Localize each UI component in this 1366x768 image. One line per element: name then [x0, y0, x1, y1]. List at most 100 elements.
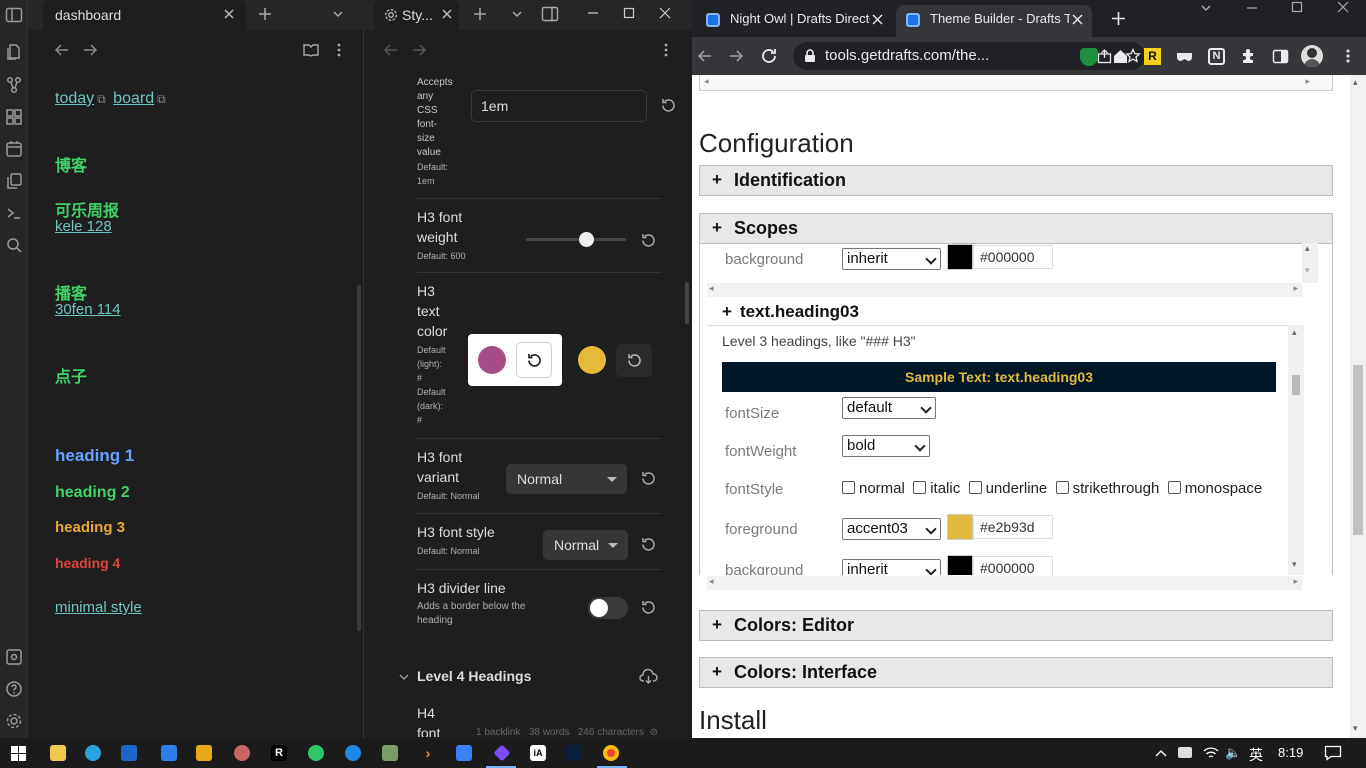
chrome-icon[interactable] — [603, 745, 619, 761]
colors-interface-section[interactable]: Colors: Interface — [699, 657, 1333, 688]
telegram-icon[interactable] — [85, 745, 101, 761]
new-tab-icon[interactable] — [473, 7, 487, 21]
colors-editor-section[interactable]: Colors: Editor — [699, 610, 1333, 641]
slider-handle[interactable] — [578, 232, 594, 247]
more-options-icon[interactable] — [658, 42, 674, 58]
scrollbar-thumb[interactable] — [1292, 375, 1300, 395]
sync-status-icon[interactable]: ⊘ — [649, 727, 657, 738]
chrome-tab-night-owl[interactable]: Night Owl | Drafts Directory — [696, 5, 892, 37]
horizontal-scrollbar[interactable]: ◂ ▸ — [707, 283, 1302, 297]
notification-icon[interactable] — [1324, 745, 1342, 761]
light-color-swatch[interactable] — [478, 346, 506, 374]
close-icon[interactable] — [1072, 14, 1083, 25]
reset-icon[interactable] — [640, 599, 657, 616]
url-text[interactable]: tools.getdrafts.com/the... — [825, 47, 989, 64]
windows-start-icon[interactable] — [11, 746, 26, 761]
forward-arrow-icon[interactable] — [728, 48, 744, 64]
link-board[interactable]: board — [113, 90, 154, 107]
scopes-scrollbar[interactable]: ▴ ▾ — [1302, 243, 1318, 283]
app-icon[interactable] — [196, 745, 212, 761]
chrome-tab-theme-builder[interactable]: Theme Builder - Drafts Tools — [896, 5, 1092, 37]
back-arrow-icon[interactable] — [697, 48, 713, 64]
app-icon[interactable] — [382, 745, 398, 761]
h3-divider-toggle[interactable] — [588, 597, 628, 619]
app-icon[interactable] — [456, 745, 472, 761]
back-arrow-icon[interactable] — [383, 42, 399, 58]
backlink-count[interactable]: 1 backlink — [476, 727, 520, 738]
lock-icon[interactable] — [804, 49, 816, 63]
close-icon[interactable] — [223, 8, 235, 20]
dark-reset-button[interactable] — [616, 344, 652, 377]
app-icon[interactable] — [234, 745, 250, 761]
dark-color-swatch[interactable] — [578, 346, 606, 374]
chevron-down-icon[interactable] — [511, 8, 523, 20]
app-icon[interactable] — [345, 745, 361, 761]
reset-icon[interactable] — [660, 97, 677, 114]
export-icon[interactable] — [639, 668, 658, 686]
tab-dashboard[interactable]: dashboard — [43, 0, 246, 30]
expand-plus-icon[interactable]: + — [722, 302, 732, 321]
wifi-icon[interactable] — [1203, 746, 1219, 760]
fontsize-select[interactable]: default — [842, 397, 936, 419]
calendar-icon[interactable] — [5, 140, 23, 158]
level-4-headings-title[interactable]: Level 4 Headings — [417, 668, 531, 684]
obsidian-icon[interactable] — [493, 744, 511, 762]
foreground-swatch[interactable] — [947, 514, 973, 540]
maximize-icon[interactable] — [1291, 1, 1303, 13]
background-hex[interactable]: #000000 — [973, 245, 1053, 269]
h3-weight-slider[interactable] — [526, 238, 626, 241]
identification-section[interactable]: Identification — [699, 165, 1333, 196]
forward-arrow-icon[interactable] — [82, 42, 98, 58]
background-select[interactable]: inherit — [842, 248, 941, 270]
reset-icon[interactable] — [640, 536, 657, 553]
heading03-title-row[interactable]: + text.heading03 — [722, 302, 859, 322]
bitwarden-icon[interactable] — [121, 745, 137, 761]
home-icon[interactable] — [1112, 48, 1129, 65]
graph-icon[interactable] — [5, 76, 23, 94]
reading-view-icon[interactable] — [303, 42, 319, 58]
tab-style-settings[interactable]: Sty... — [374, 0, 459, 30]
extensions-puzzle-icon[interactable] — [1240, 48, 1257, 65]
chevron-down-icon[interactable] — [398, 671, 410, 683]
notion-extension-icon[interactable]: N — [1208, 48, 1225, 65]
app-icon[interactable] — [161, 745, 177, 761]
vault-switcher-icon[interactable] — [5, 648, 23, 666]
fontweight-select[interactable]: bold — [842, 435, 930, 457]
terminal-icon[interactable] — [5, 204, 23, 222]
checkbox-normal[interactable]: normal — [842, 480, 905, 497]
font-size-input[interactable] — [471, 90, 647, 122]
wechat-icon[interactable] — [308, 745, 324, 761]
ia-writer-icon[interactable]: iA — [530, 745, 546, 761]
window-close-icon[interactable] — [658, 6, 672, 20]
new-tab-icon[interactable] — [1111, 11, 1126, 26]
mask-extension-icon[interactable] — [1176, 48, 1193, 65]
sidebar-toggle-icon[interactable] — [5, 6, 23, 24]
back-arrow-icon[interactable] — [54, 42, 70, 58]
side-panel-icon[interactable] — [1272, 48, 1289, 65]
checkbox-monospace[interactable]: monospace — [1167, 480, 1262, 497]
shield-extension-icon[interactable] — [1080, 48, 1098, 66]
link-today[interactable]: today — [55, 90, 94, 107]
settings-gear-icon[interactable] — [5, 712, 23, 730]
checkbox-strikethrough[interactable]: strikethrough — [1055, 480, 1159, 497]
new-tab-icon[interactable] — [258, 7, 272, 21]
reload-icon[interactable] — [760, 47, 778, 65]
tab-search-icon[interactable] — [1200, 2, 1212, 14]
avatar[interactable] — [1301, 45, 1323, 67]
window-close-icon[interactable] — [1337, 1, 1349, 13]
help-icon[interactable] — [5, 680, 23, 698]
link-minimal-style[interactable]: minimal style — [55, 599, 142, 616]
scrollbar[interactable] — [357, 285, 361, 631]
background-swatch[interactable] — [947, 244, 973, 270]
scrollbar-thumb[interactable] — [1353, 365, 1363, 535]
foreground-select[interactable]: accent03 — [842, 518, 941, 540]
h3-variant-select[interactable]: Normal — [506, 464, 627, 494]
scrollbar[interactable] — [685, 282, 689, 324]
reset-icon[interactable] — [640, 232, 657, 249]
horizontal-scrollbar[interactable]: ◂ ▸ — [707, 576, 1302, 590]
link-kele[interactable]: kele 128 — [55, 218, 112, 235]
link-30fen[interactable]: 30fen 114 — [55, 301, 121, 318]
share-icon[interactable] — [1097, 49, 1112, 64]
split-view-icon[interactable] — [541, 5, 559, 23]
search-icon[interactable] — [5, 236, 23, 254]
